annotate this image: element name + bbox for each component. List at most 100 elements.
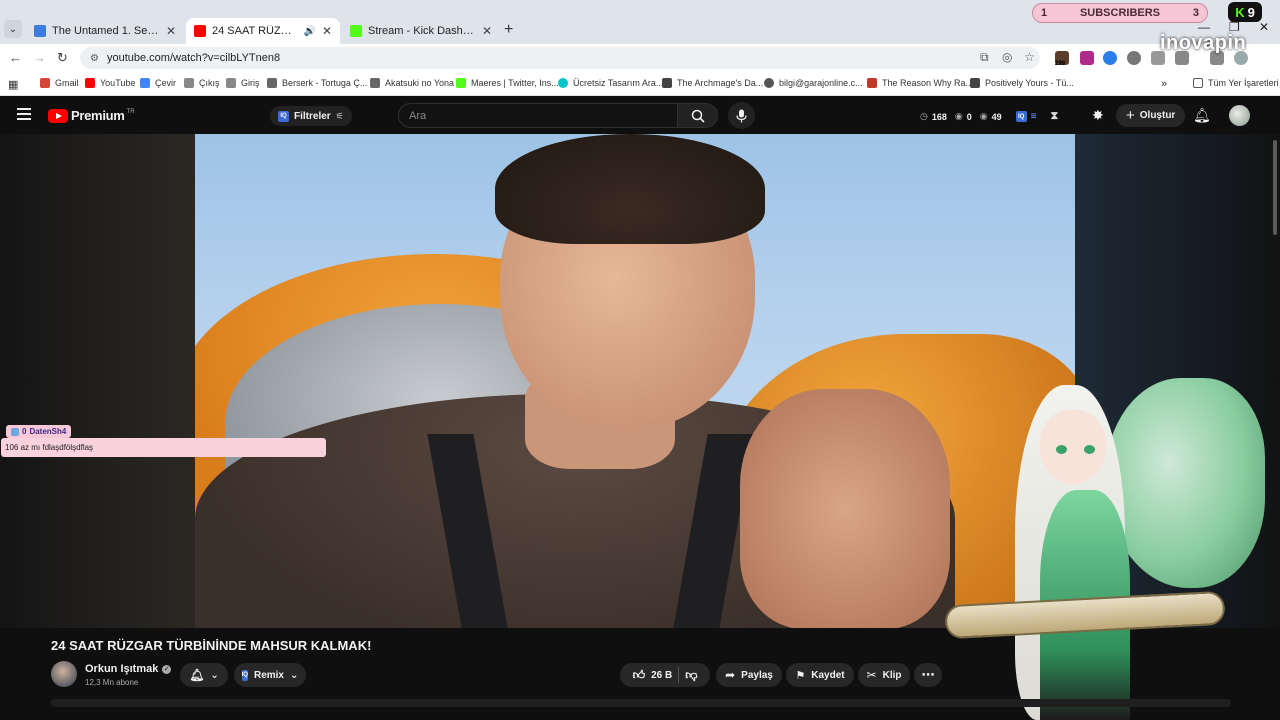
bookmark-maeres[interactable]: Maeres | Twitter, Ins...: [456, 78, 559, 88]
verified-icon: ✓: [162, 664, 172, 674]
url-text: youtube.com/watch?v=cilbLYTnen8: [106, 52, 281, 64]
youtube-premium-logo[interactable]: Premium TR: [48, 108, 135, 123]
translate-icon: [140, 78, 150, 88]
filters-button[interactable]: IQ Filtreler ⚟: [270, 106, 352, 126]
address-bar[interactable]: ⚙ youtube.com/watch?v=cilbLYTnen8: [80, 47, 1040, 69]
person-hair: [495, 134, 765, 244]
video-player[interactable]: [195, 134, 1075, 628]
reload-icon[interactable]: ↻: [57, 50, 68, 66]
bookmark-archmage[interactable]: The Archmage's Da...: [662, 78, 763, 88]
page-scrollbar[interactable]: [1273, 140, 1277, 235]
forward-arrow-icon[interactable]: →: [33, 50, 46, 65]
more-actions-button[interactable]: ⋯: [914, 663, 942, 687]
site-info-icon[interactable]: ⚙: [90, 53, 99, 64]
bookmark-login[interactable]: Giriş: [226, 78, 260, 88]
bookmark-youtube[interactable]: YouTube: [85, 78, 135, 88]
subscribed-notifications-button[interactable]: 🔔︎ ⌄: [180, 663, 228, 687]
hourglass-icon[interactable]: ⧗: [1050, 110, 1058, 123]
bookmark-label: Akatsuki no Yona: [385, 78, 455, 88]
globe-icon: [764, 78, 774, 88]
install-app-icon[interactable]: ⧉: [980, 50, 989, 65]
more-horizontal-icon: ⋯: [921, 667, 935, 682]
bookmark-akatsuki[interactable]: Akatsuki no Yona: [370, 78, 454, 88]
tab-kick-dashboard[interactable]: Stream - Kick Dashboard ✕: [342, 18, 500, 44]
eye-icon: ◉: [979, 111, 988, 121]
new-tab-button[interactable]: +: [504, 21, 513, 39]
notifications-bell-icon[interactable]: 🔔︎: [1193, 107, 1211, 124]
bookmark-berserk[interactable]: Berserk - Tortuga Ç...: [267, 78, 367, 88]
chat-message: 106 az mı fdlaşdfölşdflaş: [1, 438, 326, 457]
speaker-icon[interactable]: 🔊: [303, 26, 315, 37]
tab-label: 24 SAAT RÜZGAR TÜRBİNİNDE: [212, 25, 299, 37]
share-icon: ➦: [725, 668, 736, 682]
eye-off-icon[interactable]: ◎: [1002, 50, 1012, 64]
all-bookmarks-folder[interactable]: Tüm Yer İşaretleri: [1193, 78, 1279, 88]
bookmark-star-icon[interactable]: ☆: [1024, 50, 1035, 64]
bookmark-logout[interactable]: Çıkış: [184, 78, 220, 88]
bookmark-reason-why[interactable]: The Reason Why Ra...: [867, 78, 973, 88]
subscriber-count-left: 1: [1041, 7, 1048, 19]
remix-label: Remix: [253, 669, 284, 681]
inovapin-brand-watermark: inovapin: [1160, 32, 1247, 54]
description-box-edge[interactable]: [51, 699, 1231, 707]
tab-untamed[interactable]: The Untamed 1. Sezon 6. Bölüm ✕: [26, 18, 184, 44]
video-title: 24 SAAT RÜZGAR TÜRBİNİNDE MAHSUR KALMAK!: [51, 638, 372, 653]
apps-grid-icon[interactable]: ▦: [8, 78, 18, 91]
channel-name[interactable]: Orkun Işıtmak: [85, 663, 158, 675]
bell-icon: 🔔︎: [189, 668, 205, 682]
tab-youtube-video[interactable]: 24 SAAT RÜZGAR TÜRBİNİNDE 🔊 ✕: [186, 18, 340, 44]
tab-label: Stream - Kick Dashboard: [368, 25, 476, 37]
iq-extension-icon[interactable]: IQ: [1015, 111, 1027, 122]
subscriber-count: 12,3 Mn abone: [85, 678, 139, 687]
channel-name-row[interactable]: Orkun Işıtmak ✓: [85, 663, 172, 675]
like-dislike-group: 👍︎ 26 B 👎︎: [620, 663, 710, 687]
more-bookmarks-icon[interactable]: »: [1161, 78, 1167, 90]
back-arrow-icon[interactable]: ←: [9, 50, 22, 65]
share-button[interactable]: ➦ Paylaş: [716, 663, 782, 687]
voice-search-button[interactable]: [728, 102, 755, 129]
bookmark-canva[interactable]: Ücretsiz Tasarım Ara...: [558, 78, 663, 88]
bookmark-positively-yours[interactable]: Positively Yours - Tü...: [970, 78, 1074, 88]
bookmark-garajonline[interactable]: bilgi@garajonline.c...: [764, 78, 863, 88]
channel-avatar[interactable]: [51, 661, 77, 687]
search-input[interactable]: [409, 109, 677, 122]
close-window-button[interactable]: ✕: [1259, 20, 1269, 34]
like-button[interactable]: 👍︎ 26 B: [633, 668, 673, 683]
site-icon: [970, 78, 980, 88]
site-icon: [370, 78, 380, 88]
bookmark-translate[interactable]: Çevir: [140, 78, 176, 88]
queue-icon[interactable]: ≡: [1031, 111, 1037, 122]
site-icon: [867, 78, 877, 88]
youtube-icon: [85, 78, 95, 88]
menu-icon[interactable]: [17, 108, 31, 120]
close-icon[interactable]: ✕: [482, 24, 492, 38]
subscriber-label: SUBSCRIBERS: [1079, 7, 1161, 19]
remix-button[interactable]: IQ Remix ⌄: [234, 663, 306, 687]
create-button[interactable]: + Oluştur: [1116, 104, 1186, 127]
tab-search-chevron-icon[interactable]: ⌄: [4, 20, 22, 38]
bookmark-label: YouTube: [100, 78, 136, 88]
page-icon: [184, 78, 194, 88]
search-box[interactable]: [398, 103, 678, 128]
browser-tab-strip: ⌄ The Untamed 1. Sezon 6. Bölüm ✕ 24 SAA…: [0, 0, 1280, 44]
close-icon[interactable]: ✕: [166, 24, 176, 38]
extension-icon[interactable]: [1103, 51, 1117, 65]
youtube-play-icon: [48, 108, 68, 123]
account-avatar[interactable]: [1229, 105, 1250, 126]
scissors-icon: ✂: [866, 668, 877, 682]
gmail-icon: [40, 78, 50, 88]
bookmark-gmail[interactable]: Gmail: [40, 78, 79, 88]
close-icon[interactable]: ✕: [322, 24, 332, 38]
search-button[interactable]: [678, 103, 718, 128]
extension-icon[interactable]: [1127, 51, 1141, 65]
save-button[interactable]: ⚑ Kaydet: [786, 663, 854, 687]
thumbs-down-icon[interactable]: 👎︎: [685, 668, 697, 683]
extension-icon[interactable]: [1080, 51, 1094, 65]
extensions-gear-icon[interactable]: ✸: [1092, 107, 1104, 124]
iq-extension-icon: IQ: [278, 110, 289, 122]
bookmark-label: bilgi@garajonline.c...: [779, 78, 863, 88]
thumbs-up-icon: 👍︎: [632, 667, 646, 682]
create-label: Oluştur: [1139, 110, 1176, 121]
extension-stats: ◷ 168 ◉ 0 ◉ 49 IQ ≡ ⧗: [920, 110, 1058, 123]
clip-button[interactable]: ✂ Klip: [858, 663, 910, 687]
